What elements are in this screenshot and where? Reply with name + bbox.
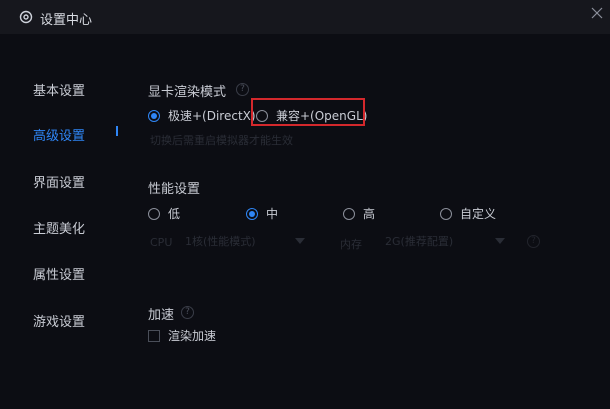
cpu-select[interactable]: 1核(性能模式): [185, 231, 305, 251]
gear-icon: [19, 10, 33, 24]
checkbox-box-icon: [148, 329, 160, 342]
sidebar-item-basic[interactable]: 基本设置: [33, 80, 85, 99]
sidebar-item-interface[interactable]: 界面设置: [33, 172, 85, 191]
radio-high-label: 高: [363, 207, 376, 221]
radio-directx[interactable]: 极速+(DirectX): [148, 107, 256, 124]
render-accel-label: 渲染加速: [168, 329, 217, 343]
radio-checked-icon: [246, 207, 258, 220]
sidebar-item-properties[interactable]: 属性设置: [33, 264, 85, 283]
radio-low-label: 低: [168, 207, 181, 221]
title-bar: 设置中心: [0, 0, 610, 34]
memory-label: 内存: [340, 238, 362, 251]
radio-directx-label: 极速+(DirectX): [168, 109, 256, 123]
cpu-select-value: 1核(性能模式): [185, 235, 256, 248]
chevron-down-icon: [495, 238, 505, 244]
radio-unchecked-icon: [440, 207, 452, 220]
render-accel-checkbox[interactable]: 渲染加速: [148, 327, 216, 344]
radio-unchecked-icon: [343, 207, 355, 220]
help-icon[interactable]: ?: [527, 235, 540, 248]
radio-low[interactable]: 低: [148, 205, 180, 222]
help-icon[interactable]: ?: [181, 306, 194, 319]
graphics-mode-title: 显卡渲染模式: [148, 85, 227, 100]
graphics-note: 切换后需重启模拟器才能生效: [150, 134, 293, 147]
radio-medium-label: 中: [266, 207, 279, 221]
radio-unchecked-icon: [148, 207, 160, 220]
radio-custom-label: 自定义: [460, 207, 497, 221]
radio-checked-icon: [148, 109, 160, 122]
window-title: 设置中心: [40, 13, 93, 28]
chevron-down-icon: [295, 238, 305, 244]
radio-custom[interactable]: 自定义: [440, 205, 496, 222]
close-icon[interactable]: [590, 6, 604, 20]
performance-title: 性能设置: [148, 182, 201, 197]
help-icon[interactable]: ?: [236, 83, 249, 96]
sidebar-item-advanced[interactable]: 高级设置: [33, 125, 85, 144]
memory-select-value: 2G(推荐配置): [385, 235, 454, 248]
radio-high[interactable]: 高: [343, 205, 375, 222]
accel-title: 加速: [148, 308, 175, 323]
memory-select[interactable]: 2G(推荐配置): [385, 231, 505, 251]
sidebar-item-theme[interactable]: 主题美化: [33, 218, 85, 237]
cpu-label: CPU: [150, 236, 173, 249]
active-indicator: [116, 126, 118, 136]
radio-medium[interactable]: 中: [246, 205, 278, 222]
sidebar-item-game[interactable]: 游戏设置: [33, 311, 85, 330]
highlight-annotation: [251, 98, 365, 126]
